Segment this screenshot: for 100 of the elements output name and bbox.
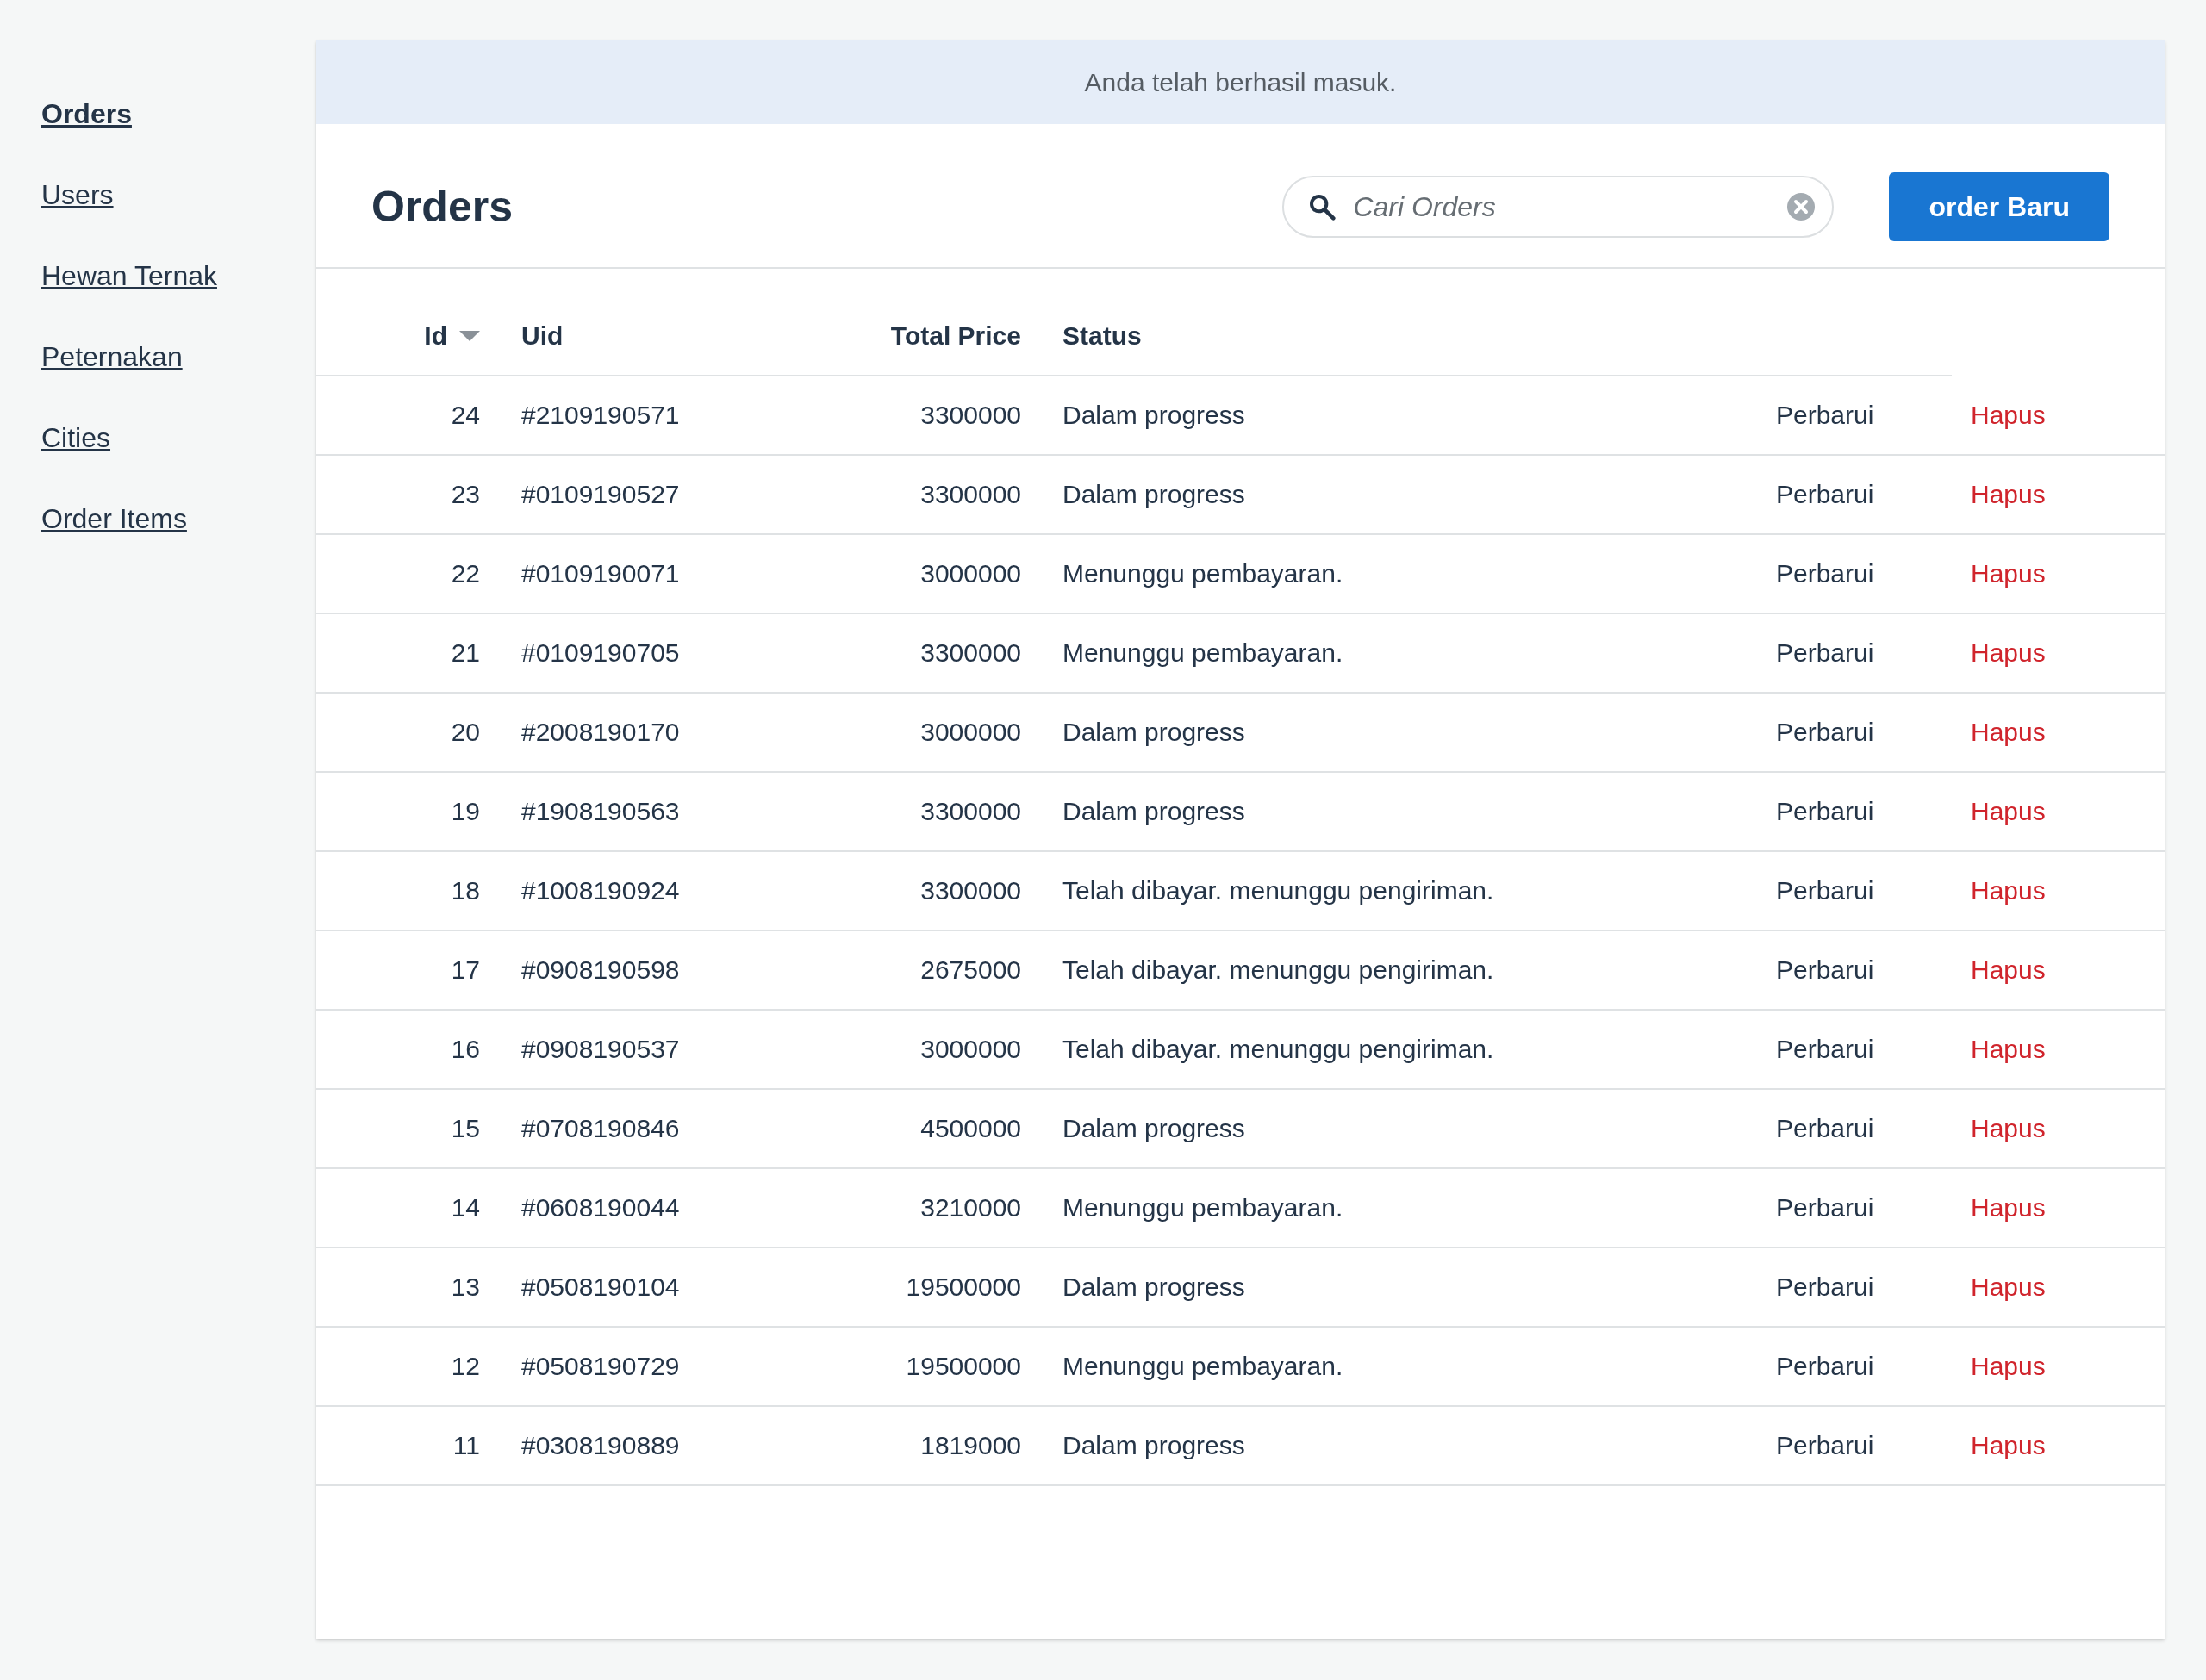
sidebar-link[interactable]: Peternakan	[41, 338, 183, 376]
uid-cell: #0109190071	[521, 559, 680, 588]
status-cell: Dalam progress	[1062, 1272, 1245, 1302]
price-cell: 3300000	[920, 876, 1021, 905]
uid-cell: #1908190563	[521, 797, 680, 826]
id-cell: 20	[451, 718, 480, 747]
id-cell: 13	[451, 1272, 480, 1302]
edit-link[interactable]: Perbarui	[1776, 1193, 1874, 1223]
price-cell: 3000000	[920, 559, 1021, 588]
delete-link[interactable]: Hapus	[1971, 1114, 2046, 1143]
delete-link[interactable]: Hapus	[1971, 797, 2046, 826]
price-cell: 3210000	[920, 1193, 1021, 1223]
uid-cell: #0109190527	[521, 480, 680, 509]
id-cell: 22	[451, 559, 480, 588]
id-cell: 12	[451, 1352, 480, 1381]
edit-link[interactable]: Perbarui	[1776, 797, 1874, 826]
delete-link[interactable]: Hapus	[1971, 955, 2046, 985]
status-cell: Menunggu pembayaran.	[1062, 559, 1343, 588]
column-header[interactable]: Total Price	[890, 321, 1021, 351]
status-cell: Dalam progress	[1062, 1431, 1245, 1460]
edit-link[interactable]: Perbarui	[1776, 955, 1874, 985]
column-header[interactable]: Id	[424, 321, 447, 351]
page-title: Orders	[371, 182, 514, 232]
uid-cell: #2008190170	[521, 718, 680, 747]
status-cell: Dalam progress	[1062, 1114, 1245, 1143]
uid-cell: #1008190924	[521, 876, 680, 905]
edit-link[interactable]: Perbarui	[1776, 559, 1874, 588]
id-cell: 23	[451, 480, 480, 509]
id-cell: 14	[451, 1193, 480, 1223]
search-input[interactable]: Cari Orders	[1351, 190, 1773, 224]
id-cell: 16	[451, 1035, 480, 1064]
price-cell: 19500000	[906, 1272, 1021, 1302]
clear-icon[interactable]	[1787, 193, 1816, 221]
status-cell: Dalam progress	[1062, 797, 1245, 826]
delete-link[interactable]: Hapus	[1971, 401, 2046, 430]
uid-cell: #0508190729	[521, 1352, 680, 1381]
delete-link[interactable]: Hapus	[1971, 1272, 2046, 1302]
status-cell: Menunggu pembayaran.	[1062, 638, 1343, 668]
edit-link[interactable]: Perbarui	[1776, 401, 1874, 430]
id-cell: 24	[451, 401, 480, 430]
column-header[interactable]: Status	[1062, 321, 1142, 351]
new-order-button[interactable]: order Baru	[1889, 172, 2109, 241]
delete-link[interactable]: Hapus	[1971, 1193, 2046, 1223]
uid-cell: #0508190104	[521, 1272, 680, 1302]
status-cell: Telah dibayar. menunggu pengiriman.	[1062, 876, 1494, 905]
price-cell: 3300000	[920, 797, 1021, 826]
sidebar-link[interactable]: Users	[41, 176, 114, 214]
uid-cell: #0608190044	[521, 1193, 680, 1223]
uid-cell: #0908190537	[521, 1035, 680, 1064]
price-cell: 3300000	[920, 638, 1021, 668]
id-cell: 15	[451, 1114, 480, 1143]
status-cell: Telah dibayar. menunggu pengiriman.	[1062, 1035, 1494, 1064]
edit-link[interactable]: Perbarui	[1776, 1114, 1874, 1143]
edit-link[interactable]: Perbarui	[1776, 480, 1874, 509]
delete-link[interactable]: Hapus	[1971, 559, 2046, 588]
edit-link[interactable]: Perbarui	[1776, 1035, 1874, 1064]
search-field[interactable]: Cari Orders	[1282, 176, 1835, 238]
id-cell: 18	[451, 876, 480, 905]
status-cell: Dalam progress	[1062, 718, 1245, 747]
delete-link[interactable]: Hapus	[1971, 1431, 2046, 1460]
price-cell: 3300000	[920, 480, 1021, 509]
column-header[interactable]: Uid	[521, 321, 564, 351]
delete-link[interactable]: Hapus	[1971, 480, 2046, 509]
delete-link[interactable]: Hapus	[1971, 718, 2046, 747]
edit-link[interactable]: Perbarui	[1776, 876, 1874, 905]
edit-link[interactable]: Perbarui	[1776, 638, 1874, 668]
price-cell: 4500000	[920, 1114, 1021, 1143]
edit-link[interactable]: Perbarui	[1776, 718, 1874, 747]
id-cell: 11	[452, 1431, 480, 1460]
id-cell: 21	[451, 638, 480, 668]
search-icon	[1308, 193, 1337, 221]
delete-link[interactable]: Hapus	[1971, 638, 2046, 668]
sidebar-link[interactable]: Order Items	[41, 500, 187, 538]
uid-cell: #0109190705	[521, 638, 680, 668]
delete-link[interactable]: Hapus	[1971, 876, 2046, 905]
price-cell: 1819000	[920, 1431, 1021, 1460]
price-cell: 3000000	[920, 718, 1021, 747]
flash-message: Anda telah berhasil masuk.	[1084, 67, 1397, 97]
id-cell: 17	[451, 955, 480, 985]
sidebar-link[interactable]: Hewan Ternak	[41, 257, 217, 295]
edit-link[interactable]: Perbarui	[1776, 1272, 1874, 1302]
delete-link[interactable]: Hapus	[1971, 1352, 2046, 1381]
edit-link[interactable]: Perbarui	[1776, 1431, 1874, 1460]
uid-cell: #2109190571	[521, 401, 680, 430]
status-cell: Telah dibayar. menunggu pengiriman.	[1062, 955, 1494, 985]
uid-cell: #0708190846	[521, 1114, 680, 1143]
sort-icon[interactable]	[459, 331, 480, 341]
edit-link[interactable]: Perbarui	[1776, 1352, 1874, 1381]
delete-link[interactable]: Hapus	[1971, 1035, 2046, 1064]
status-cell: Dalam progress	[1062, 401, 1245, 430]
sidebar-link[interactable]: Orders	[41, 95, 132, 133]
price-cell: 3300000	[920, 401, 1021, 430]
status-cell: Menunggu pembayaran.	[1062, 1193, 1343, 1223]
price-cell: 3000000	[920, 1035, 1021, 1064]
uid-cell: #0908190598	[521, 955, 680, 985]
price-cell: 19500000	[906, 1352, 1021, 1381]
status-cell: Dalam progress	[1062, 480, 1245, 509]
sidebar-link[interactable]: Cities	[41, 419, 110, 457]
status-cell: Menunggu pembayaran.	[1062, 1352, 1343, 1381]
price-cell: 2675000	[920, 955, 1021, 985]
